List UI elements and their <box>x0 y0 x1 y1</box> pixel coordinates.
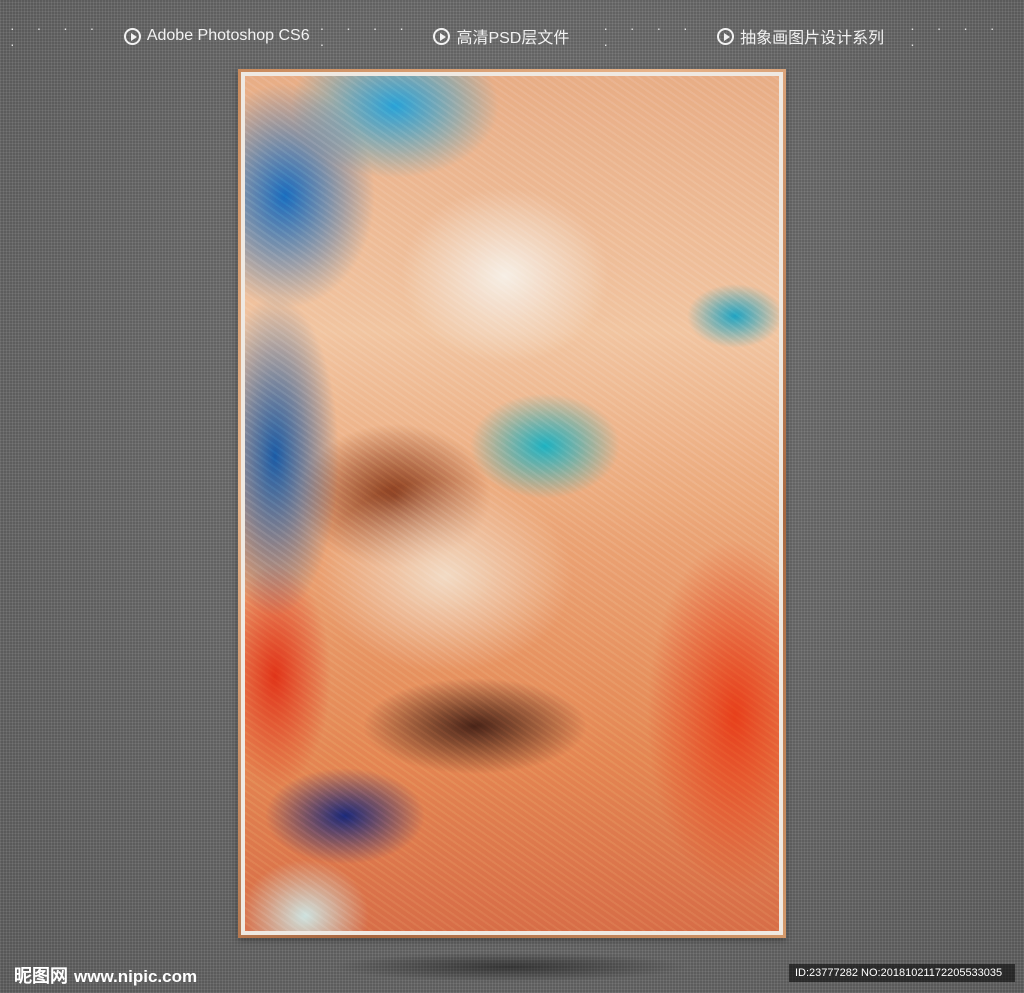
logo-cn-text: 昵图网 <box>14 966 68 987</box>
separator-dots: · · · · · <box>603 20 697 52</box>
play-circle-icon <box>717 27 735 45</box>
header-bar: · · · · · Adobe Photoshop CS6 · · · · · … <box>0 20 1024 52</box>
separator-dots: · · · · · <box>10 20 104 52</box>
play-circle-icon <box>433 27 451 45</box>
logo-url-text: www.nipic.com <box>74 967 198 986</box>
frame-mat <box>241 72 783 935</box>
tag-psd-label: 高清PSD层文件 <box>456 30 570 47</box>
nipic-logo: 昵图网 www.nipic.com <box>14 962 197 988</box>
floor-shadow <box>330 952 690 982</box>
tag-series: 抽象画图片设计系列 <box>717 24 884 48</box>
separator-dots: · · · · · <box>910 20 1004 52</box>
separator-dots: · · · · · <box>319 20 413 52</box>
abstract-painting <box>245 76 779 931</box>
picture-frame <box>238 69 786 938</box>
tag-software: Adobe Photoshop CS6 <box>123 27 310 45</box>
play-circle-icon <box>123 27 141 45</box>
tag-series-label: 抽象画图片设计系列 <box>740 30 885 47</box>
tag-software-label: Adobe Photoshop CS6 <box>146 27 310 44</box>
image-id-badge: ID:23777282 NO:20181021172205533035 <box>789 964 1015 982</box>
tag-psd: 高清PSD层文件 <box>433 24 569 48</box>
